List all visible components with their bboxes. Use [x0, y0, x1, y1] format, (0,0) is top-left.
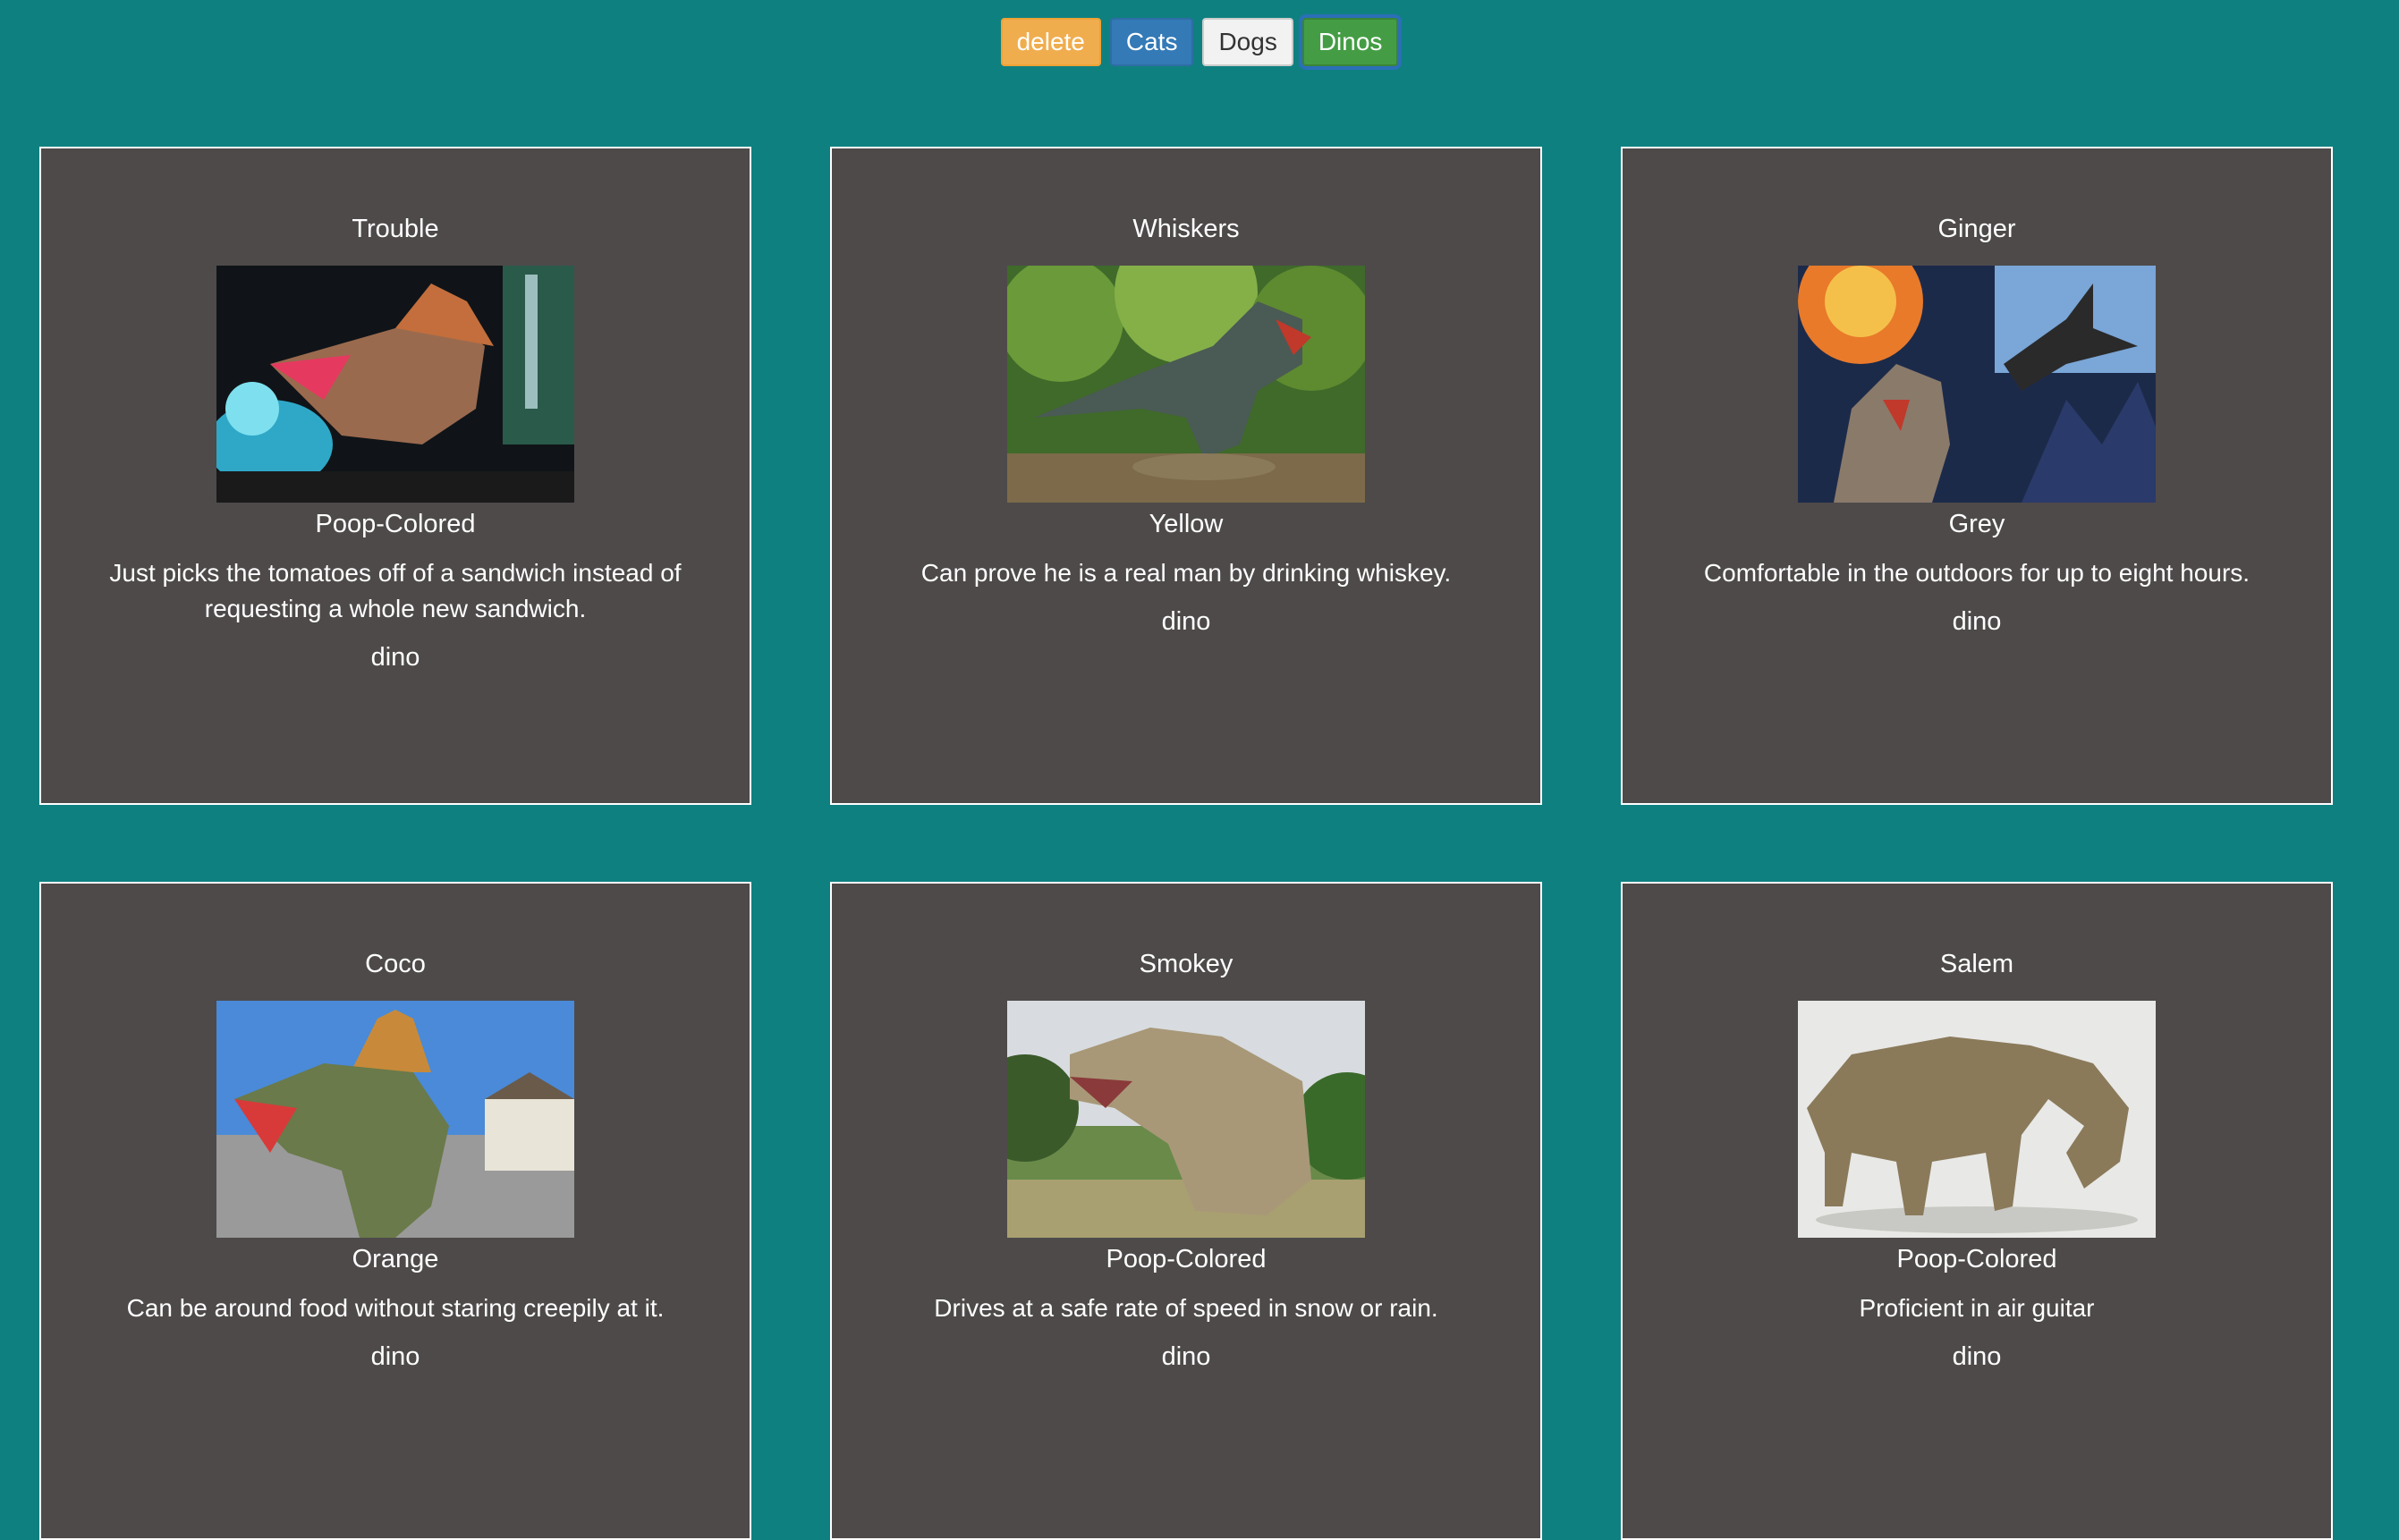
pet-photo: [1798, 266, 2156, 503]
pet-card: Smokey Poop-Colored Drives at a safe rat…: [830, 882, 1542, 1540]
pet-description: Proficient in air guitar: [1859, 1294, 2095, 1322]
pet-name: Whiskers: [1132, 215, 1240, 243]
pet-description: Just picks the tomatoes off of a sandwic…: [109, 559, 682, 622]
pet-card: Coco Orange Can be around food without s…: [39, 882, 751, 1540]
pet-card: Salem Poop-Colored Proficient in air gui…: [1621, 882, 2333, 1540]
pet-photo: [216, 1001, 574, 1238]
cats-filter-button[interactable]: Cats: [1109, 18, 1194, 66]
pet-card: Trouble Poop-Colored Just picks the toma…: [39, 147, 751, 805]
pet-name: Coco: [365, 950, 426, 978]
pet-card: Whiskers Yellow Can prove he is a real m…: [830, 147, 1542, 805]
pet-card-grid: Trouble Poop-Colored Just picks the toma…: [39, 147, 2336, 1540]
pet-color: Grey: [1948, 510, 2005, 538]
pet-photo: [216, 266, 574, 503]
pet-description: Drives at a safe rate of speed in snow o…: [934, 1294, 1438, 1322]
dinos-filter-button[interactable]: Dinos: [1301, 18, 1399, 66]
pet-color: Poop-Colored: [1106, 1245, 1267, 1273]
pet-description: Can be around food without staring creep…: [126, 1294, 665, 1322]
pet-color: Yellow: [1149, 510, 1224, 538]
pet-type: dino: [370, 643, 420, 672]
toolbar: delete Cats Dogs Dinos: [0, 18, 2399, 66]
pet-type: dino: [1952, 1342, 2002, 1371]
dogs-filter-button[interactable]: Dogs: [1202, 18, 1293, 66]
pet-color: Poop-Colored: [315, 510, 476, 538]
pet-name: Ginger: [1937, 215, 2016, 243]
pet-type: dino: [1161, 607, 1211, 636]
pet-name: Trouble: [352, 215, 439, 243]
pet-description: Can prove he is a real man by drinking w…: [920, 559, 1452, 587]
pet-photo: [1007, 1001, 1365, 1238]
pet-color: Orange: [352, 1245, 439, 1273]
pet-color: Poop-Colored: [1896, 1245, 2057, 1273]
pet-type: dino: [1161, 1342, 1211, 1371]
delete-button[interactable]: delete: [1000, 18, 1101, 66]
pet-card: Ginger Grey Comfortable in the outdoors …: [1621, 147, 2333, 805]
pet-name: Salem: [1939, 950, 2014, 978]
pet-description: Comfortable in the outdoors for up to ei…: [1703, 559, 2251, 587]
pet-type: dino: [370, 1342, 420, 1371]
pet-photo: [1007, 266, 1365, 503]
pet-photo: [1798, 1001, 2156, 1238]
pet-name: Smokey: [1139, 950, 1233, 978]
pet-type: dino: [1952, 607, 2002, 636]
